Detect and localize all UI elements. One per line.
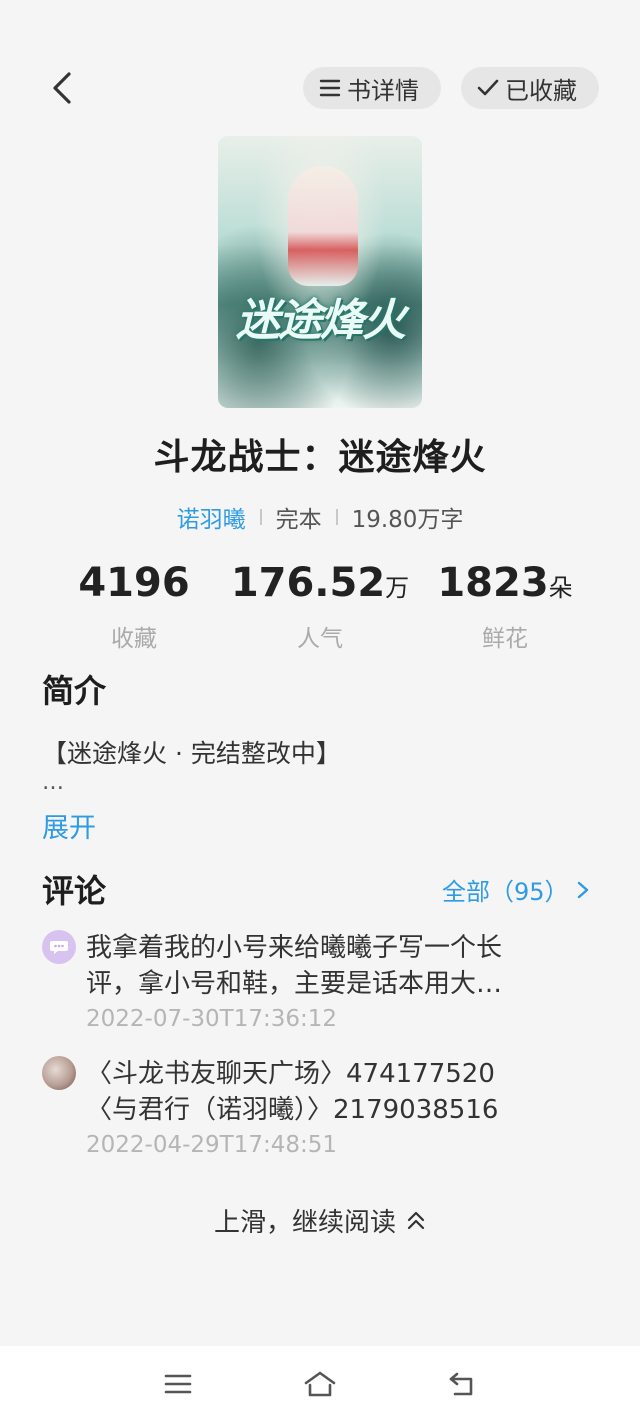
stat-label: 鲜花 — [482, 626, 528, 652]
home-button[interactable] — [300, 1368, 340, 1400]
cover-title-art: 迷途烽火 — [236, 295, 406, 346]
intro-ellipsis: … — [42, 770, 66, 795]
meta-divider — [259, 509, 262, 525]
stat-label: 收藏 — [111, 626, 157, 652]
stat-flowers: 1823朵 鲜花 — [405, 560, 605, 653]
stat-unit: 朵 — [548, 574, 573, 602]
book-detail-label: 书详情 — [347, 76, 419, 105]
double-chevron-up-icon — [407, 1211, 425, 1229]
favorite-button[interactable]: 已收藏 — [461, 67, 599, 109]
stat-value: 4196 — [78, 560, 190, 606]
comment-line: 〈与君行（诺羽曦）〉2179038516 — [86, 1095, 499, 1125]
avatar[interactable] — [42, 1056, 76, 1090]
check-icon — [477, 79, 499, 96]
book-status: 完本 — [275, 507, 322, 533]
stat-popularity: 176.52万 人气 — [220, 560, 420, 653]
comment-line: 我拿着我的小号来给曦曦子写一个长 — [86, 933, 503, 963]
comment-item[interactable]: 〈斗龙书友聊天广场〉474177520 〈与君行（诺羽曦）〉2179038516… — [42, 1056, 602, 1166]
book-meta: 诺羽曦 完本 19.80万字 — [0, 500, 640, 534]
cover-illustration — [288, 166, 358, 286]
continue-reading-label: 上滑，继续阅读 — [213, 1208, 396, 1238]
avatar[interactable] — [42, 930, 76, 964]
back-button[interactable] — [40, 66, 84, 110]
back-nav-button[interactable] — [442, 1368, 482, 1400]
continue-reading-prompt[interactable]: 上滑，继续阅读 — [0, 1202, 640, 1239]
meta-divider — [335, 509, 338, 525]
stat-value: 176.52 — [230, 560, 386, 606]
stat-favorites: 4196 收藏 — [34, 560, 234, 653]
all-comments-link[interactable]: 全部（95） — [442, 872, 589, 907]
book-detail-button[interactable]: 书详情 — [303, 67, 441, 109]
stat-label: 人气 — [297, 626, 343, 652]
menu-button[interactable] — [158, 1368, 198, 1400]
stat-value: 1823 — [437, 560, 549, 606]
intro-text: 【迷途烽火 · 完结整改中】 — [42, 739, 341, 768]
chat-bubble-icon — [50, 941, 68, 954]
intro-heading: 简介 — [42, 672, 107, 710]
chevron-right-icon — [577, 881, 588, 898]
comment-line: 评，拿小号和鞋，主要是话本用大… — [86, 969, 503, 999]
home-icon — [304, 1371, 336, 1397]
all-comments-label: 全部（95） — [442, 878, 569, 906]
back-icon — [449, 1372, 473, 1396]
favorite-label: 已收藏 — [505, 76, 577, 105]
comment-line: 〈斗龙书友聊天广场〉474177520 — [86, 1059, 495, 1089]
comment-text: 〈斗龙书友聊天广场〉474177520 〈与君行（诺羽曦）〉2179038516 — [86, 1056, 606, 1128]
comment-timestamp: 2022-04-29T17:48:51 — [86, 1132, 338, 1158]
comment-timestamp: 2022-07-30T17:36:12 — [86, 1006, 338, 1032]
author-link[interactable]: 诺羽曦 — [177, 500, 246, 534]
book-title: 斗龙战士：迷途烽火 — [153, 437, 487, 478]
comment-item[interactable]: 我拿着我的小号来给曦曦子写一个长 评，拿小号和鞋，主要是话本用大… 2022-0… — [42, 930, 602, 1032]
book-cover[interactable]: 迷途烽火 — [218, 136, 422, 408]
menu-icon — [164, 1374, 192, 1394]
comment-text: 我拿着我的小号来给曦曦子写一个长 评，拿小号和鞋，主要是话本用大… — [86, 930, 606, 1002]
chevron-left-icon — [53, 72, 71, 104]
comments-heading: 评论 — [42, 872, 107, 910]
list-icon — [319, 79, 341, 97]
system-nav-bar — [0, 1346, 640, 1422]
word-count: 19.80万字 — [351, 507, 464, 533]
expand-intro-button[interactable]: 展开 — [42, 806, 96, 845]
